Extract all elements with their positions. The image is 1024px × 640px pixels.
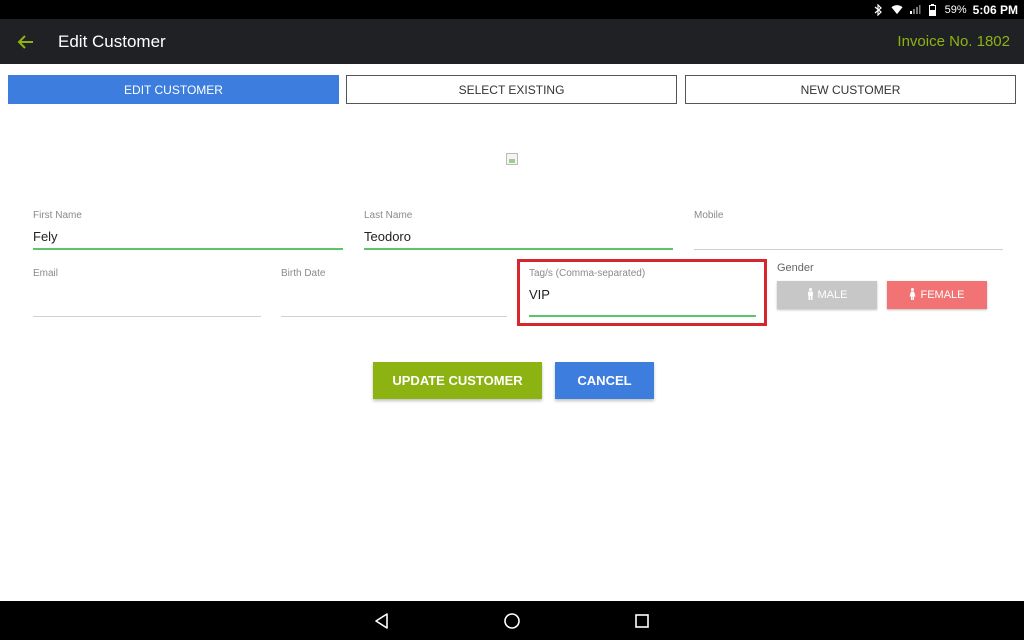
home-circle-icon[interactable] (502, 611, 522, 631)
update-customer-label: UPDATE CUSTOMER (392, 373, 523, 388)
tab-label: NEW CUSTOMER (800, 82, 901, 97)
birth-date-value[interactable] (281, 287, 507, 303)
tab-select-existing[interactable]: SELECT EXISTING (346, 75, 677, 104)
cancel-button[interactable]: CANCEL (555, 362, 654, 399)
wifi-icon (891, 4, 903, 16)
recents-square-icon[interactable] (632, 611, 652, 631)
signal-icon (909, 4, 921, 16)
clock: 5:06 PM (972, 2, 1018, 17)
invoice-number: Invoice No. 1802 (897, 33, 1010, 50)
female-button[interactable]: FEMALE (887, 281, 987, 309)
male-button[interactable]: MALE (777, 281, 877, 309)
tab-new-customer[interactable]: NEW CUSTOMER (685, 75, 1016, 104)
mobile-label: Mobile (694, 210, 724, 221)
first-name-underline (33, 248, 343, 250)
female-label: FEMALE (920, 289, 965, 301)
email-underline (33, 316, 261, 317)
status-icons: 59% 5:06 PM (873, 0, 1018, 19)
last-name-label: Last Name (364, 210, 413, 221)
update-customer-button[interactable]: UPDATE CUSTOMER (373, 362, 542, 399)
male-label: MALE (817, 289, 848, 301)
email-value[interactable] (33, 287, 261, 303)
battery-percent: 59% (944, 3, 967, 16)
mobile-field[interactable]: Mobile (694, 210, 1003, 250)
first-name-label: First Name (33, 210, 82, 221)
page-title: Edit Customer (58, 32, 166, 51)
last-name-underline (364, 248, 673, 250)
first-name-field[interactable]: First Name Fely (33, 210, 343, 250)
status-bar: 59% 5:06 PM (0, 0, 1024, 19)
tab-label: EDIT CUSTOMER (124, 82, 223, 97)
last-name-field[interactable]: Last Name Teodoro (364, 210, 673, 250)
navigation-bar (0, 601, 1024, 640)
back-triangle-icon[interactable] (372, 611, 392, 631)
bluetooth-icon (873, 3, 885, 16)
tab-label: SELECT EXISTING (458, 82, 565, 97)
mobile-value[interactable] (694, 229, 1003, 245)
female-person-icon (909, 287, 916, 303)
birth-date-field[interactable]: Birth Date (281, 268, 507, 317)
gender-label: Gender (777, 262, 814, 274)
cancel-label: CANCEL (577, 373, 632, 388)
first-name-value[interactable]: Fely (33, 229, 343, 245)
broken-image-icon (506, 153, 518, 165)
email-field[interactable]: Email (33, 268, 261, 317)
birth-date-label: Birth Date (281, 268, 326, 279)
birth-date-underline (281, 316, 507, 317)
email-label: Email (33, 268, 59, 279)
mobile-underline (694, 249, 1003, 250)
arrow-left-icon[interactable] (14, 30, 38, 54)
tags-highlight-box (517, 259, 767, 326)
last-name-value[interactable]: Teodoro (364, 229, 673, 245)
male-person-icon (807, 287, 814, 303)
battery-icon (927, 3, 939, 16)
tab-edit-customer[interactable]: EDIT CUSTOMER (8, 75, 339, 104)
app-bar: Edit Customer Invoice No. 1802 (0, 19, 1024, 64)
